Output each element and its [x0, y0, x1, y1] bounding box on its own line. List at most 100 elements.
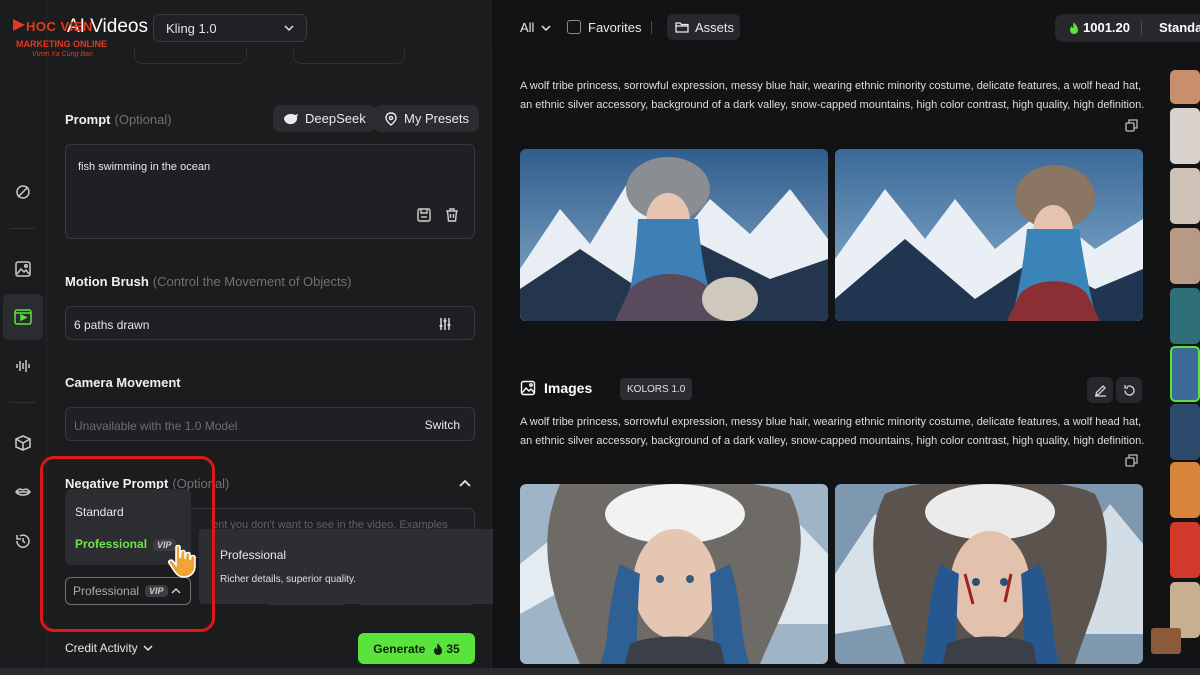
credit-activity-label: Credit Activity — [65, 641, 138, 655]
credits-divider — [1141, 21, 1142, 35]
result-video-thumbnail[interactable] — [520, 149, 828, 321]
watermark-logo: HOC VIEN MARKETING ONLINE Vươn Xa Cùng B… — [12, 12, 122, 60]
my-presets-label: My Presets — [404, 111, 470, 126]
model-select-value: Kling 1.0 — [166, 20, 217, 36]
rail-divider — [10, 228, 36, 229]
app-root: AI Videos Kling 1.0 Prompt (Optional) Dee… — [0, 0, 1200, 675]
history-thumbnail[interactable] — [1170, 108, 1200, 164]
tooltip-title: Professional — [220, 548, 287, 562]
images-section-title: Images — [544, 380, 593, 396]
result-description: A wolf tribe princess, sorrowful express… — [520, 80, 1145, 111]
copy-icon[interactable] — [1125, 119, 1138, 132]
deepseek-icon — [284, 113, 298, 124]
play-icon — [13, 19, 25, 31]
camera-placeholder: Unavailable with the 1.0 Model — [74, 419, 238, 433]
history-thumbnails — [1170, 70, 1200, 675]
chevron-down-icon — [143, 645, 153, 652]
pin-icon — [385, 111, 397, 126]
folder-icon — [675, 22, 689, 33]
wolf-princess-video-image — [835, 149, 1143, 321]
model-tag: KOLORS 1.0 — [620, 378, 693, 400]
wolf-princess-video-image — [520, 149, 828, 321]
switch-button[interactable]: Switch — [425, 418, 460, 432]
filter-all-dropdown[interactable]: All — [520, 20, 552, 35]
favorites-checkbox[interactable] — [567, 20, 581, 34]
rail-divider — [10, 402, 36, 403]
result-image[interactable] — [835, 484, 1143, 664]
logo-slogan: Vươn Xa Cùng Bạn — [32, 51, 93, 58]
mode-tooltip: Professional Richer details, superior qu… — [199, 529, 506, 604]
wolf-warrior-image — [520, 484, 828, 664]
toolbar-divider — [651, 21, 652, 34]
history-thumbnail[interactable] — [1170, 288, 1200, 344]
motion-brush-field[interactable]: 6 paths drawn — [65, 306, 475, 340]
prompt-label: Prompt (Optional) — [65, 112, 172, 127]
highlight-box — [40, 456, 215, 632]
flame-icon — [434, 642, 443, 655]
tooltip-description: Richer details, superior quality. — [220, 574, 356, 585]
filter-all-label: All — [520, 20, 535, 35]
history-icon[interactable] — [9, 527, 37, 555]
wolf-warrior-image — [835, 484, 1143, 664]
camera-movement-field[interactable]: Unavailable with the 1.0 Model Switch — [65, 407, 475, 441]
magic-wand-icon[interactable] — [9, 178, 37, 206]
favorites-label[interactable]: Favorites — [588, 20, 641, 35]
collapsed-field — [293, 48, 405, 64]
generate-button[interactable]: Generate 35 — [358, 633, 475, 664]
floating-widget[interactable] — [1151, 628, 1181, 654]
chevron-down-icon — [284, 25, 294, 32]
credits-balance: 1001.20 — [1069, 20, 1130, 35]
deepseek-button[interactable]: DeepSeek — [273, 105, 376, 132]
regenerate-button[interactable] — [1116, 377, 1142, 403]
history-thumbnail[interactable] — [1170, 462, 1200, 518]
generate-label: Generate — [373, 641, 426, 656]
generate-cost-value: 35 — [446, 641, 460, 656]
assets-button[interactable]: Assets — [667, 14, 740, 40]
video-icon[interactable] — [3, 294, 43, 340]
audio-wave-icon[interactable] — [9, 352, 37, 380]
copy-icon[interactable] — [1125, 454, 1138, 467]
my-presets-button[interactable]: My Presets — [374, 105, 480, 132]
motion-brush-value: 6 paths drawn — [74, 318, 150, 332]
camera-movement-label: Camera Movement — [65, 375, 181, 390]
flame-icon — [1070, 21, 1078, 34]
sliders-icon[interactable] — [438, 317, 452, 331]
prompt-label-text: Prompt — [65, 112, 111, 127]
prompt-optional: (Optional) — [114, 112, 172, 127]
credits-value: 1001.20 — [1083, 20, 1130, 35]
history-thumbnail[interactable] — [1170, 404, 1200, 460]
image-icon[interactable] — [9, 255, 37, 283]
history-thumbnail-selected[interactable] — [1170, 346, 1200, 402]
logo-line2: MARKETING ONLINE — [16, 39, 107, 49]
history-thumbnail[interactable] — [1170, 168, 1200, 224]
prompt-text[interactable]: fish swimming in the ocean — [78, 161, 210, 173]
images-section-header: Images — [520, 380, 592, 396]
plan-label: Standard — [1159, 20, 1200, 35]
result-image[interactable] — [520, 484, 828, 664]
history-thumbnail[interactable] — [1170, 70, 1200, 104]
deepseek-label: DeepSeek — [305, 111, 366, 126]
history-thumbnail[interactable] — [1170, 228, 1200, 284]
prompt-input[interactable]: fish swimming in the ocean — [65, 144, 475, 239]
motion-brush-label: Motion Brush (Control the Movement of Obj… — [65, 274, 351, 289]
model-select[interactable]: Kling 1.0 — [153, 14, 307, 42]
refresh-icon — [1123, 384, 1135, 396]
result-video-thumbnail[interactable] — [835, 149, 1143, 321]
trash-icon[interactable] — [444, 207, 460, 223]
edit-button[interactable] — [1087, 377, 1113, 403]
credit-activity-toggle[interactable]: Credit Activity — [65, 641, 154, 655]
image-icon — [520, 380, 536, 396]
pencil-icon — [1094, 384, 1106, 397]
chevron-up-icon[interactable] — [457, 476, 473, 490]
save-icon[interactable] — [416, 207, 432, 223]
lips-icon[interactable] — [9, 478, 37, 506]
motion-brush-label-text: Motion Brush — [65, 274, 149, 289]
logo-brand: HOC VIEN — [26, 19, 93, 34]
cube-icon[interactable] — [9, 429, 37, 457]
credits-box[interactable]: 1001.20 Standard — [1055, 14, 1200, 42]
assets-label: Assets — [695, 19, 735, 35]
result-description: A wolf tribe princess, sorrowful express… — [520, 416, 1145, 447]
generate-cost: 35 — [433, 641, 460, 656]
history-thumbnail[interactable] — [1170, 522, 1200, 578]
horizontal-scrollbar[interactable] — [0, 668, 1200, 675]
